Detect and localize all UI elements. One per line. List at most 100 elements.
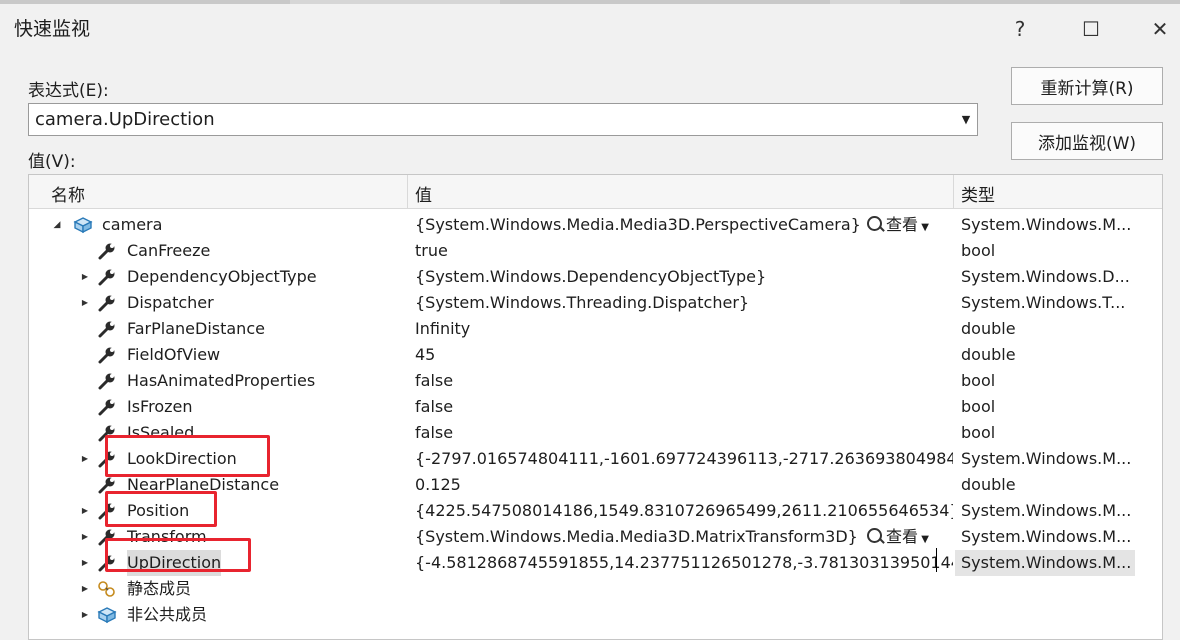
value-cell: {System.Windows.Threading.Dispatcher} (409, 290, 953, 316)
row-type: System.Windows.M... (961, 553, 1132, 572)
name-cell: FieldOfView (29, 342, 407, 368)
table-row[interactable]: ▶ 非公共成员 (29, 602, 1162, 628)
row-value (409, 579, 415, 598)
row-type: System.Windows.M... (961, 527, 1132, 546)
row-name: camera (102, 215, 163, 234)
table-row[interactable]: ▶ DependencyObjectType {System.Windows.Dep… (29, 264, 1162, 290)
row-value: {4225.547508014186,1549.8310726965499,26… (415, 501, 953, 520)
value-cell: false (409, 368, 953, 394)
type-cell: System.Windows.M... (955, 446, 1135, 472)
table-row[interactable]: FarPlaneDistance Infinity double (29, 316, 1162, 342)
wrench-icon (97, 346, 117, 364)
highlight-updirection (105, 538, 251, 572)
type-cell: bool (955, 394, 1135, 420)
object-icon (97, 606, 117, 624)
column-header-value[interactable]: 值 (415, 181, 432, 206)
value-cell (409, 576, 953, 602)
highlight-lookdirection (105, 435, 270, 477)
row-name: Dispatcher (127, 293, 214, 312)
collapsed-arrow-icon[interactable]: ▶ (79, 264, 91, 290)
row-type: bool (961, 371, 996, 390)
column-header-type[interactable]: 类型 (961, 181, 995, 206)
add-watch-button[interactable]: 添加监视(W) (1011, 122, 1163, 160)
expanded-arrow-icon[interactable]: ◢ (51, 212, 63, 238)
row-type: double (961, 345, 1016, 364)
row-name: CanFreeze (127, 241, 211, 260)
collapsed-arrow-icon[interactable]: ▶ (79, 498, 91, 524)
row-value: 0.125 (415, 475, 461, 494)
type-cell: double (955, 472, 1135, 498)
row-value: {-4.5812868745591855,14.237751126501278,… (415, 553, 953, 572)
row-type: bool (961, 241, 996, 260)
row-value: {-2797.016574804111,-1601.697724396113,-… (415, 449, 953, 468)
row-value: 45 (415, 345, 436, 364)
wrench-icon (97, 372, 117, 390)
name-cell: ▶ Dispatcher (29, 290, 407, 316)
table-row[interactable]: FieldOfView 45 double (29, 342, 1162, 368)
type-cell: double (955, 342, 1135, 368)
table-row[interactable]: ▶ Dispatcher {System.Windows.Threading.Dis… (29, 290, 1162, 316)
value-cell: {4225.547508014186,1549.8310726965499,26… (409, 498, 953, 524)
table-row[interactable]: HasAnimatedProperties false bool (29, 368, 1162, 394)
chevron-down-icon[interactable]: ▼ (918, 534, 929, 545)
chevron-down-icon[interactable]: ▼ (918, 222, 929, 233)
close-icon: ✕ (1151, 17, 1169, 41)
highlight-position (105, 491, 217, 527)
type-cell: bool (955, 368, 1135, 394)
name-cell: IsFrozen (29, 394, 407, 420)
table-row[interactable]: CanFreeze true bool (29, 238, 1162, 264)
visualizer-button[interactable]: 查看 ▼ (867, 524, 929, 550)
collapsed-arrow-icon[interactable]: ▶ (79, 576, 91, 602)
wrench-icon (97, 242, 117, 260)
wrench-icon (97, 294, 117, 312)
expression-combobox[interactable]: camera.UpDirection ▼ (28, 103, 978, 136)
maximize-icon: ☐ (1082, 17, 1100, 41)
collapsed-arrow-icon[interactable]: ▶ (79, 602, 91, 628)
row-name: FieldOfView (127, 345, 221, 364)
name-cell: FarPlaneDistance (29, 316, 407, 342)
value-cell: false (409, 420, 953, 446)
close-button[interactable]: ✕ (1140, 12, 1180, 46)
type-cell: System.Windows.M... (955, 498, 1135, 524)
row-name: FarPlaneDistance (127, 319, 265, 338)
collapsed-arrow-icon[interactable]: ▶ (79, 446, 91, 472)
object-icon (73, 216, 93, 234)
row-type (955, 605, 961, 624)
static-members-icon (97, 580, 117, 598)
value-cell[interactable]: {-4.5812868745591855,14.237751126501278,… (409, 550, 953, 576)
magnifier-icon (867, 528, 882, 543)
row-value: {System.Windows.DependencyObjectType} (415, 267, 767, 286)
name-cell: CanFreeze (29, 238, 407, 264)
type-cell: bool (955, 238, 1135, 264)
collapsed-arrow-icon[interactable]: ▶ (79, 290, 91, 316)
row-type (955, 579, 961, 598)
value-cell: {System.Windows.DependencyObjectType} (409, 264, 953, 290)
row-type: double (961, 475, 1016, 494)
value-cell: false (409, 394, 953, 420)
collapsed-arrow-icon[interactable]: ▶ (79, 550, 91, 576)
text-caret (936, 548, 937, 572)
row-name: 静态成员 (127, 579, 192, 598)
expression-label: 表达式(E): (28, 81, 109, 101)
row-name: HasAnimatedProperties (127, 371, 316, 390)
visualizer-button[interactable]: 查看 ▼ (867, 212, 929, 238)
name-cell: ◢ camera (29, 212, 407, 238)
row-value: {System.Windows.Threading.Dispatcher} (415, 293, 750, 312)
collapsed-arrow-icon[interactable]: ▶ (79, 524, 91, 550)
value-cell: {-2797.016574804111,-1601.697724396113,-… (409, 446, 953, 472)
table-row[interactable]: ▶ 静态成员 (29, 576, 1162, 602)
type-cell: System.Windows.T... (955, 290, 1135, 316)
column-header-name[interactable]: 名称 (51, 181, 85, 206)
row-name: DependencyObjectType (127, 267, 317, 286)
chevron-down-icon[interactable]: ▼ (955, 104, 977, 135)
table-row[interactable]: IsFrozen false bool (29, 394, 1162, 420)
help-button[interactable]: ? (1000, 12, 1040, 46)
row-type: bool (961, 397, 996, 416)
table-row[interactable]: ◢ camera {System.Windows.Media.Media3D.Per… (29, 212, 1162, 238)
magnifier-icon (867, 216, 882, 231)
name-cell: HasAnimatedProperties (29, 368, 407, 394)
maximize-button[interactable]: ☐ (1071, 12, 1111, 46)
expression-input[interactable]: camera.UpDirection (35, 109, 215, 130)
reevaluate-button[interactable]: 重新计算(R) (1011, 67, 1163, 105)
type-cell: bool (955, 420, 1135, 446)
